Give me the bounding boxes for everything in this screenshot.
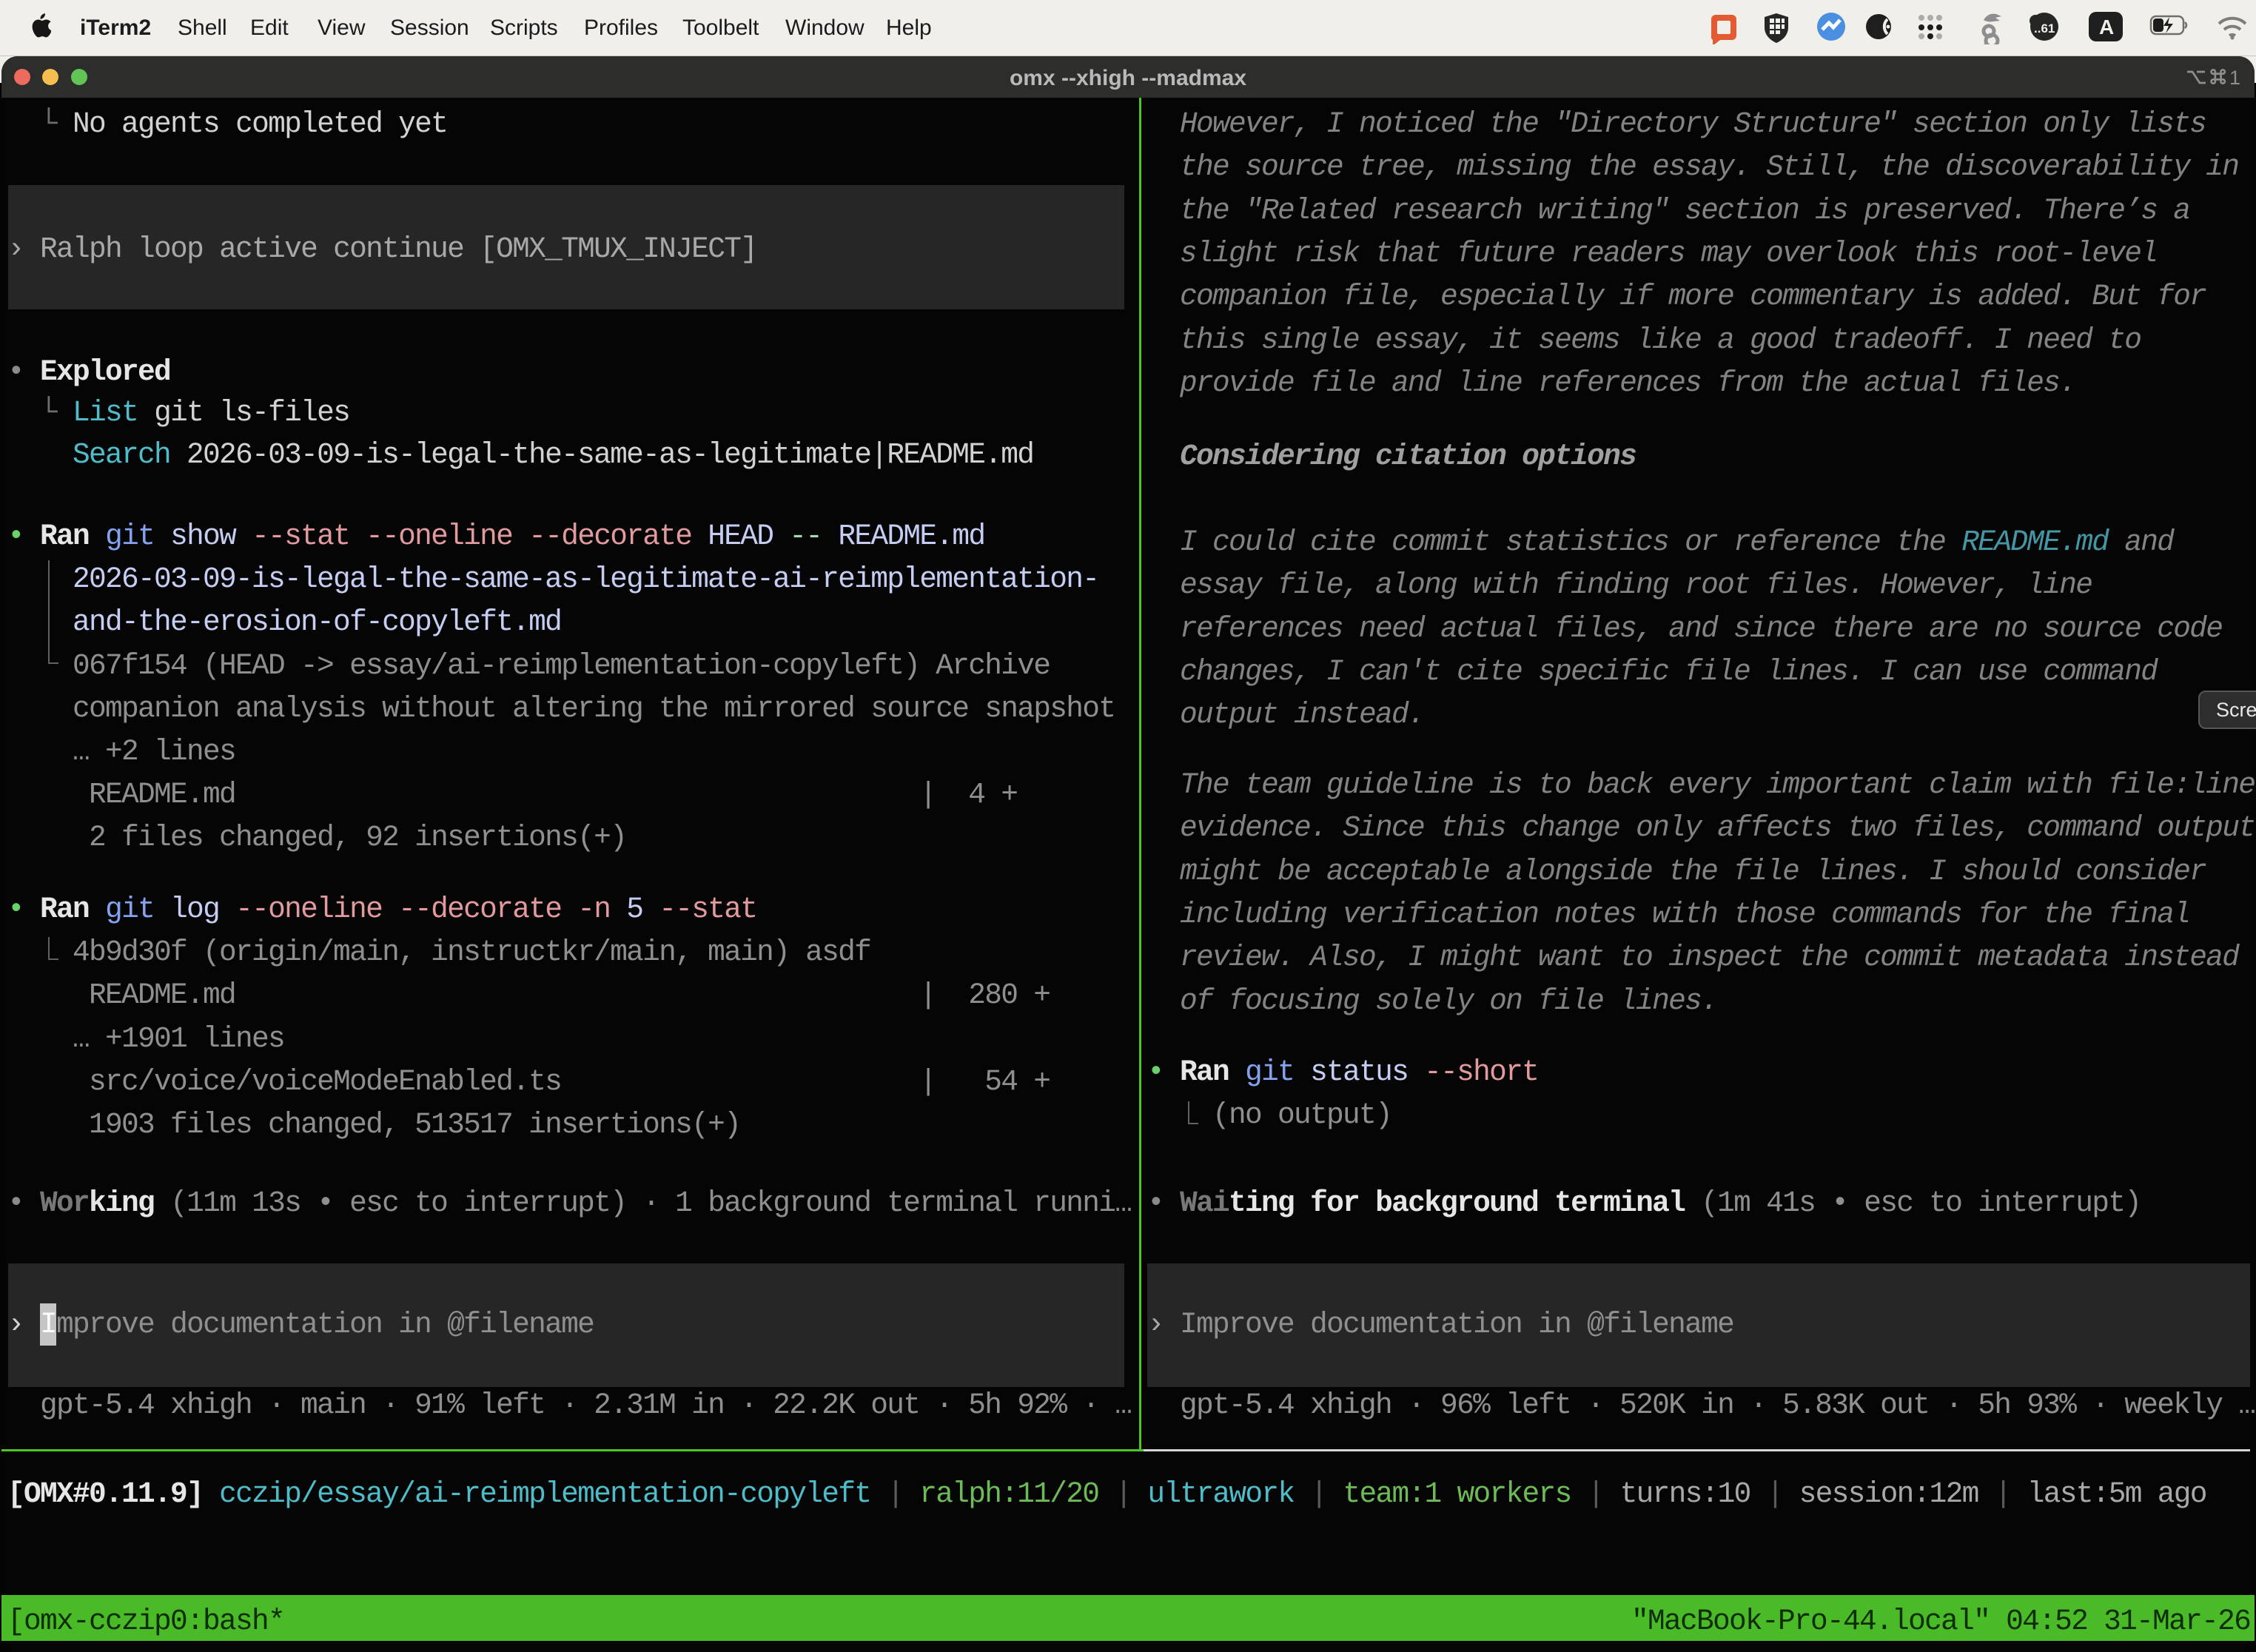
svg-text:1: 1 (2229, 67, 2240, 88)
svg-text:A: A (2099, 16, 2114, 38)
svg-text:..61: ..61 (2034, 21, 2055, 36)
